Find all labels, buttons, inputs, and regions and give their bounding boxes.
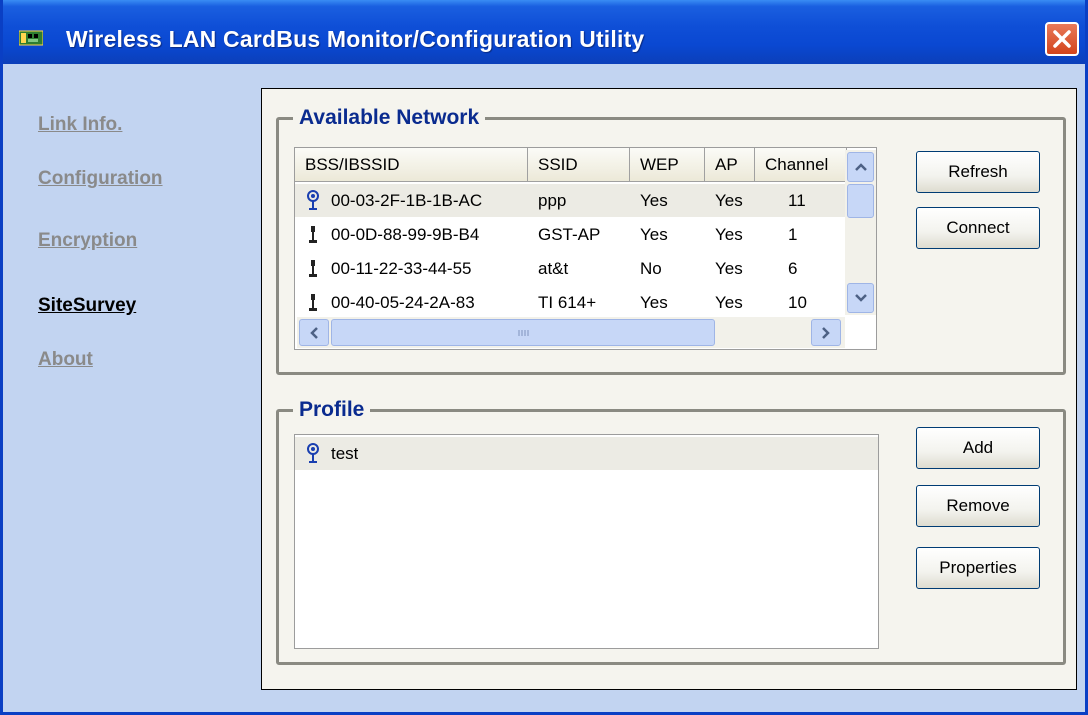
channel-cell: 1 xyxy=(788,224,798,244)
ap-cell: Yes xyxy=(715,190,743,210)
network-list[interactable]: BSS/IBSSID SSID WEP AP Channel 00-03-2F-… xyxy=(294,147,877,350)
nav-encryption[interactable]: Encryption xyxy=(38,230,137,252)
scroll-left-button[interactable] xyxy=(299,319,329,346)
ssid-cell: ppp xyxy=(538,190,567,210)
column-header-wep[interactable]: WEP xyxy=(630,148,705,182)
available-network-title: Available Network xyxy=(293,106,486,130)
refresh-button[interactable]: Refresh xyxy=(916,151,1040,193)
add-button[interactable]: Add xyxy=(916,427,1040,469)
column-header-channel[interactable]: Channel xyxy=(755,148,847,182)
horizontal-scrollbar[interactable] xyxy=(297,317,845,348)
network-card-icon xyxy=(19,30,43,46)
bssid-cell: 00-11-22-33-44-55 xyxy=(331,258,472,278)
ssid-cell: GST-AP xyxy=(538,224,601,244)
available-network-group: Available Network BSS/IBSSID SSID WEP AP… xyxy=(276,106,1066,375)
antenna-signal-icon xyxy=(295,189,331,212)
channel-cell: 11 xyxy=(788,190,806,210)
connect-button[interactable]: Connect xyxy=(916,207,1040,249)
scroll-right-button[interactable] xyxy=(811,319,841,346)
profile-name: test xyxy=(331,443,359,463)
main-panel: Available Network BSS/IBSSID SSID WEP AP… xyxy=(261,88,1077,690)
scroll-thumb[interactable] xyxy=(847,184,874,218)
wep-cell: Yes xyxy=(640,224,668,244)
scroll-up-button[interactable] xyxy=(847,152,874,182)
chevron-right-icon xyxy=(822,326,830,339)
channel-cell: 6 xyxy=(788,258,798,278)
chevron-up-icon xyxy=(854,163,867,171)
network-row[interactable]: 00-11-22-33-44-55 at&t No Yes 6 xyxy=(295,252,845,285)
grip-icon xyxy=(518,329,529,336)
nav-configuration[interactable]: Configuration xyxy=(38,168,163,190)
close-icon xyxy=(1053,30,1071,48)
bssid-cell: 00-03-2F-1B-1B-AC xyxy=(331,190,483,210)
nav-link-info[interactable]: Link Info. xyxy=(38,114,122,136)
column-header-ap[interactable]: AP xyxy=(705,148,755,182)
wep-cell: No xyxy=(640,258,662,278)
window-title: Wireless LAN CardBus Monitor/Configurati… xyxy=(66,26,645,52)
network-row[interactable]: 00-40-05-24-2A-83 TI 614+ Yes Yes 10 xyxy=(295,286,845,319)
network-list-header: BSS/IBSSID SSID WEP AP Channel xyxy=(295,148,847,182)
ap-cell: Yes xyxy=(715,258,743,278)
title-bar[interactable]: Wireless LAN CardBus Monitor/Configurati… xyxy=(3,0,1085,64)
ap-cell: Yes xyxy=(715,292,743,312)
ssid-cell: at&t xyxy=(538,258,569,278)
profile-list-item[interactable]: test xyxy=(295,437,878,470)
nav-sitesurvey[interactable]: SiteSurvey xyxy=(38,295,136,317)
nav-about[interactable]: About xyxy=(38,349,93,371)
close-button[interactable] xyxy=(1045,22,1079,56)
profile-title: Profile xyxy=(293,398,371,422)
wep-cell: Yes xyxy=(640,292,668,312)
properties-button[interactable]: Properties xyxy=(916,547,1040,589)
chevron-down-icon xyxy=(854,294,867,302)
antenna-signal-icon xyxy=(295,442,331,465)
antenna-icon xyxy=(295,259,331,279)
network-row[interactable]: 00-03-2F-1B-1B-AC ppp Yes Yes 11 xyxy=(295,184,845,217)
scroll-down-button[interactable] xyxy=(847,283,874,313)
app-window: Wireless LAN CardBus Monitor/Configurati… xyxy=(0,0,1088,715)
wep-cell: Yes xyxy=(640,190,668,210)
chevron-left-icon xyxy=(310,326,318,339)
vertical-scrollbar[interactable] xyxy=(845,150,876,315)
column-header-ssid[interactable]: SSID xyxy=(528,148,630,182)
antenna-icon xyxy=(295,293,331,313)
remove-button[interactable]: Remove xyxy=(916,485,1040,527)
profile-group: Profile test Add Remove Properties xyxy=(276,398,1066,665)
profile-list[interactable]: test xyxy=(294,434,879,649)
bssid-cell: 00-40-05-24-2A-83 xyxy=(331,292,475,312)
bssid-cell: 00-0D-88-99-9B-B4 xyxy=(331,224,480,244)
ap-cell: Yes xyxy=(715,224,743,244)
scroll-thumb-horizontal[interactable] xyxy=(331,319,715,346)
column-header-bssid[interactable]: BSS/IBSSID xyxy=(295,148,528,182)
antenna-icon xyxy=(295,225,331,245)
channel-cell: 10 xyxy=(788,292,807,312)
ssid-cell: TI 614+ xyxy=(538,292,597,312)
network-row[interactable]: 00-0D-88-99-9B-B4 GST-AP Yes Yes 1 xyxy=(295,218,845,251)
